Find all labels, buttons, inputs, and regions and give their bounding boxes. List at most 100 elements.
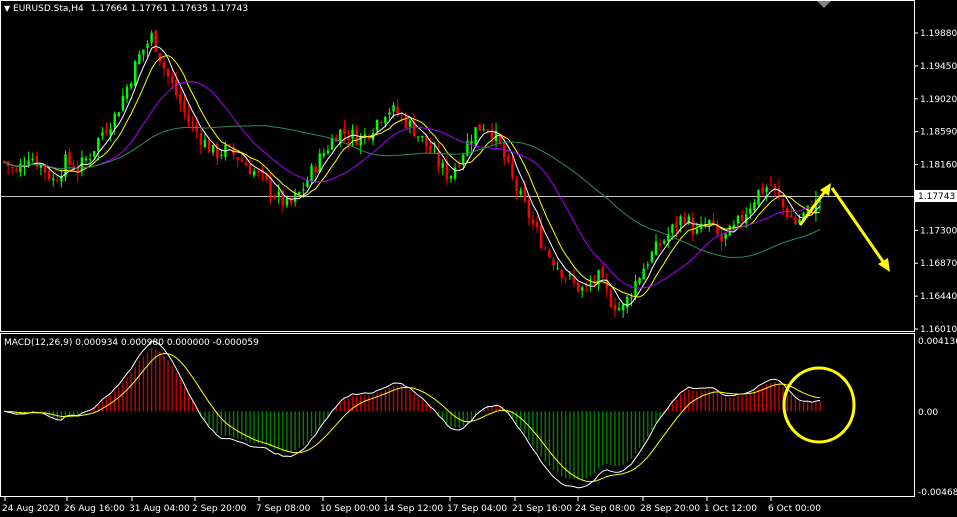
macd-line	[3, 352, 821, 483]
candle-body	[749, 208, 752, 215]
candle-body	[507, 155, 510, 162]
candle-body	[744, 214, 748, 224]
moving-average-line	[3, 125, 821, 259]
moving-average-line	[3, 81, 821, 289]
candle-body	[613, 304, 617, 311]
candle-body	[154, 30, 157, 52]
time-axis-label: 26 Aug 16:00	[64, 504, 125, 514]
candle-body	[646, 264, 649, 266]
candle-body	[650, 252, 654, 263]
price-panel-frame	[0, 0, 915, 332]
candle-body	[236, 157, 239, 160]
candle-body	[56, 180, 59, 182]
candle-body	[548, 250, 551, 258]
candle-body	[257, 171, 260, 173]
candle-body	[298, 192, 301, 195]
candle-body	[228, 144, 231, 146]
candle-body	[343, 128, 346, 135]
candle-body	[125, 86, 129, 99]
candle-body	[203, 139, 207, 147]
candle-body	[695, 229, 699, 234]
triangle-down-icon[interactable]: ▼	[4, 4, 10, 13]
candle-body	[216, 143, 219, 159]
candle-body	[392, 105, 395, 112]
candle-body	[269, 177, 272, 196]
candle-body	[293, 193, 297, 202]
time-axis: 24 Aug 2020 26 Aug 16:00 31 Aug 04:00 2 Sep…	[2, 497, 821, 514]
candle-body	[179, 94, 182, 104]
candle-body	[11, 166, 14, 168]
macd-histogram	[7, 348, 821, 481]
candle-body	[138, 54, 141, 64]
candle-body	[191, 122, 194, 125]
chart-shift-marker-icon[interactable]	[817, 1, 831, 8]
candle-body	[384, 116, 387, 124]
candle-body	[539, 225, 543, 249]
macd-axis-bottom: -0.004681	[918, 488, 957, 498]
candle-body	[207, 139, 211, 153]
candle-body	[740, 215, 744, 221]
macd-axis-zero: 0.00	[918, 408, 938, 418]
candle-body	[720, 234, 723, 242]
candle-body	[248, 164, 252, 175]
time-axis-label: 2 Sep 20:00	[192, 504, 247, 514]
candle-body	[449, 175, 453, 179]
candle-body	[187, 114, 190, 123]
candle-body	[88, 159, 92, 161]
candle-body	[683, 217, 686, 225]
candle-body	[638, 278, 641, 284]
candle-body	[478, 124, 481, 131]
price-axis-label: 1.19450	[920, 62, 957, 72]
candle-body	[621, 304, 625, 311]
macd-crossover-circle	[782, 366, 856, 444]
candle-body	[252, 171, 256, 176]
candle-body	[564, 277, 567, 279]
candle-body	[790, 214, 793, 218]
candle-body	[142, 49, 145, 55]
candle-body	[560, 269, 563, 278]
price-axis-label: 1.16870	[920, 259, 957, 269]
macd-title: MACD(12,26,9) 0.000934 0.000980 0.000000…	[4, 338, 259, 348]
candle-body	[761, 187, 764, 194]
price-axis-label: 1.19020	[920, 95, 957, 105]
candle-body	[380, 122, 383, 124]
candle-body	[757, 189, 760, 205]
symbol-title: EURUSD.Sta,H4	[13, 4, 84, 14]
candle-body	[306, 180, 309, 188]
candle-body	[617, 308, 621, 311]
candle-body	[175, 80, 178, 96]
candle-body	[170, 76, 174, 83]
candle-body	[671, 224, 674, 234]
candle-body	[773, 184, 777, 189]
time-axis-label: 28 Sep 20:00	[640, 504, 700, 514]
time-axis-label: 31 Aug 04:00	[129, 504, 190, 514]
candle-body	[388, 112, 391, 115]
candle-body	[240, 159, 244, 162]
candle-body	[326, 150, 330, 154]
candle-body	[183, 100, 186, 112]
candle-body	[523, 187, 526, 202]
candle-body	[355, 130, 358, 145]
time-axis-label: 7 Sep 08:00	[256, 504, 311, 514]
moving-averages	[3, 45, 821, 306]
candle-body	[158, 52, 162, 62]
candle-body	[117, 112, 121, 117]
current-price-label: 1.17743	[918, 192, 955, 202]
candle-body	[679, 216, 682, 226]
chart-window: 1.19880 1.19450 1.19020 1.18590 1.18160 1.173…	[0, 0, 957, 514]
candle-body	[408, 120, 412, 127]
candle-body	[519, 190, 522, 194]
candle-body	[531, 219, 535, 224]
down-arrow-annotation	[830, 187, 890, 272]
time-axis-label: 21 Sep 16:00	[512, 504, 572, 514]
candle-body	[433, 150, 436, 152]
candle-body	[314, 166, 317, 173]
candle-body	[310, 165, 313, 182]
candle-body	[15, 170, 18, 172]
candle-body	[105, 130, 108, 133]
candle-body	[486, 129, 490, 131]
candle-body	[285, 198, 289, 206]
candle-body	[199, 133, 203, 145]
candle-body	[134, 61, 137, 86]
price-axis-label: 1.17300	[920, 226, 957, 236]
